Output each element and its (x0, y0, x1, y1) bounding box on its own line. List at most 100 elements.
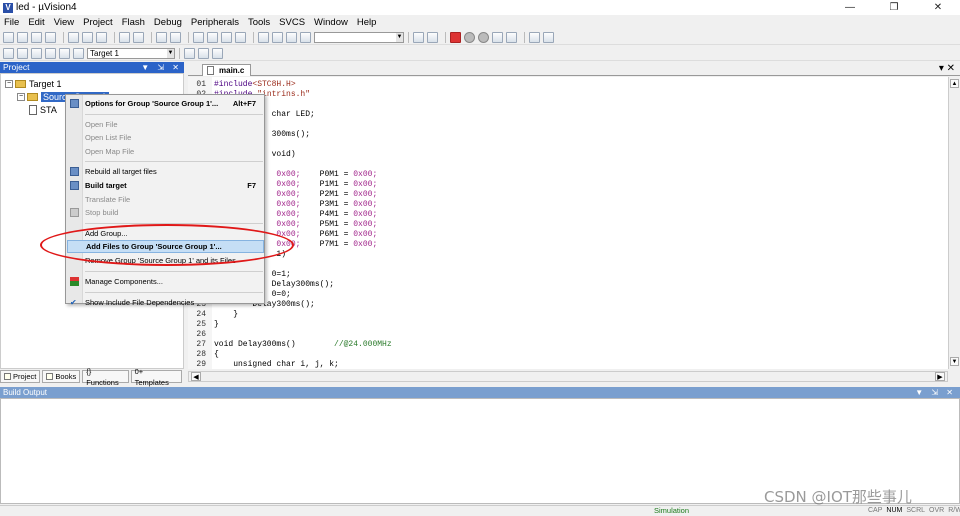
open-file-icon[interactable] (17, 31, 28, 43)
breakpoint-kill-icon[interactable] (506, 31, 517, 43)
rebuild-icon[interactable] (31, 47, 42, 59)
indent-icon[interactable] (258, 31, 269, 43)
breakpoint-disable-icon[interactable] (478, 31, 489, 43)
menu-peripherals[interactable]: Peripherals (191, 17, 239, 28)
menu-item-translate-file[interactable]: Translate File (67, 193, 264, 206)
find-icon[interactable] (427, 31, 438, 43)
menu-view[interactable]: View (54, 17, 74, 28)
download-icon[interactable] (73, 47, 84, 59)
window-layout-icon[interactable] (529, 31, 540, 43)
build-icon (70, 181, 79, 190)
menu-item-rebuild-all-target-files[interactable]: Rebuild all target files (67, 165, 264, 178)
find-combo[interactable]: ▼ (314, 31, 404, 43)
status-key-cap: CAP (868, 507, 883, 514)
save-all-icon[interactable] (45, 31, 56, 43)
code-token: 0x00; (353, 170, 378, 179)
batch-build-icon[interactable] (45, 47, 56, 59)
close-window-button[interactable]: ✕ (916, 0, 960, 15)
tab-templates[interactable]: 0+ Templates (130, 367, 182, 387)
comment-icon[interactable] (286, 31, 297, 43)
scroll-up-icon[interactable]: ▲ (950, 79, 959, 88)
save-icon[interactable] (31, 31, 42, 43)
menu-bar: File Edit View Project Flash Debug Peripherals… (0, 15, 960, 29)
menu-help[interactable]: Help (357, 17, 377, 28)
tree-file-row[interactable]: STA (29, 104, 57, 116)
bookmark-icon[interactable] (193, 31, 204, 43)
stop-build-icon[interactable] (59, 47, 70, 59)
watermark: CSDN @IOT那些事儿 (764, 488, 912, 506)
file-icon (29, 105, 37, 115)
manage-components-icon[interactable] (198, 47, 209, 59)
scroll-right-icon[interactable]: ▶ (935, 372, 945, 381)
tab-books[interactable]: Books (42, 370, 81, 383)
cut-icon[interactable] (68, 31, 79, 43)
nav-back-icon[interactable] (156, 31, 167, 43)
menu-item-build-target[interactable]: Build target F7 (67, 179, 264, 192)
build-icon[interactable] (17, 47, 28, 59)
minimize-button[interactable]: — (828, 0, 872, 15)
configure-icon[interactable] (543, 31, 554, 43)
code-line: 25} (188, 320, 218, 330)
bookmark-prev-icon[interactable] (207, 31, 218, 43)
menu-item-remove-group-source-group-1-and-its-files[interactable]: Remove Group 'Source Group 1' and its Fi… (67, 254, 264, 267)
panel-controls[interactable]: ▼ ⇲ ✕ (141, 62, 182, 73)
code-editor[interactable]: 01#include<STC8H.H>02#include "intrins.h… (188, 77, 948, 369)
tab-functions[interactable]: {} Functions (82, 367, 129, 387)
breakpoint-clear-icon[interactable] (492, 31, 503, 43)
find-in-files-icon[interactable] (413, 31, 424, 43)
rebuild-icon (70, 167, 79, 177)
menu-item-options-for-group-source-group-1[interactable]: Options for Group 'Source Group 1'... Alt… (67, 97, 264, 110)
line-number: 25 (196, 320, 206, 329)
breakpoint-icon[interactable] (464, 31, 475, 43)
menu-project[interactable]: Project (83, 17, 113, 28)
scroll-down-icon[interactable]: ▼ (950, 357, 959, 366)
target-options-icon[interactable] (184, 47, 195, 59)
menu-item-open-list-file[interactable]: Open List File (67, 131, 264, 144)
uncomment-icon[interactable] (300, 31, 311, 43)
nav-forward-icon[interactable] (170, 31, 181, 43)
undo-icon[interactable] (119, 31, 130, 43)
editor-tab-main-c[interactable]: main.c (202, 64, 252, 76)
select-packs-icon[interactable] (212, 47, 223, 59)
menu-item-manage-components[interactable]: Manage Components... (67, 275, 264, 288)
bookmark-clear-icon[interactable] (235, 31, 246, 43)
paste-icon[interactable] (96, 31, 107, 43)
collapse-icon[interactable]: − (17, 93, 25, 101)
editor-horizontal-scrollbar[interactable]: ◀ ▶ (188, 371, 948, 382)
tree-target-row[interactable]: − Target 1 (5, 78, 62, 90)
menu-item-show-include-file-dependencies[interactable]: ✔ Show Include File Dependencies (67, 296, 264, 309)
menu-edit[interactable]: Edit (28, 17, 44, 28)
menu-item-open-map-file[interactable]: Open Map File (67, 145, 264, 158)
code-token: 0x00; (353, 230, 378, 239)
stop-build-icon (70, 208, 79, 218)
menu-flash[interactable]: Flash (122, 17, 145, 28)
menu-svcs[interactable]: SVCS (279, 17, 305, 28)
editor-vertical-scrollbar[interactable]: ▲ ▼ (948, 77, 960, 369)
tab-project[interactable]: Project (0, 370, 41, 383)
menu-file[interactable]: File (4, 17, 19, 28)
maximize-button[interactable]: ❐ (872, 0, 916, 15)
copy-icon[interactable] (82, 31, 93, 43)
redo-icon[interactable] (133, 31, 144, 43)
menu-window[interactable]: Window (314, 17, 348, 28)
menu-item-open-file[interactable]: Open File (67, 118, 264, 131)
build-panel-controls[interactable]: ▼ ⇲ ✕ (915, 387, 956, 398)
status-simulation: Simulation (654, 506, 690, 515)
target-select[interactable]: Target 1 ▼ (87, 47, 175, 59)
menu-item-add-group[interactable]: Add Group... (67, 227, 264, 240)
debug-session-icon[interactable] (450, 31, 461, 43)
line-number: 27 (196, 340, 206, 349)
bookmark-next-icon[interactable] (221, 31, 232, 43)
collapse-icon[interactable]: − (5, 80, 13, 88)
context-menu: Options for Group 'Source Group 1'... Alt… (65, 94, 265, 307)
scroll-left-icon[interactable]: ◀ (191, 372, 201, 381)
menu-tools[interactable]: Tools (248, 17, 270, 28)
new-file-icon[interactable] (3, 31, 14, 43)
menu-item-label: Open List File (85, 133, 132, 143)
unindent-icon[interactable] (272, 31, 283, 43)
menu-debug[interactable]: Debug (154, 17, 182, 28)
translate-icon[interactable] (3, 47, 14, 59)
menu-item-stop-build[interactable]: Stop build (67, 206, 264, 219)
menu-item-add-files-to-group-source-group-1[interactable]: Add Files to Group 'Source Group 1'... (67, 240, 264, 254)
close-editor-icon[interactable]: ▾ ✕ (939, 63, 955, 74)
